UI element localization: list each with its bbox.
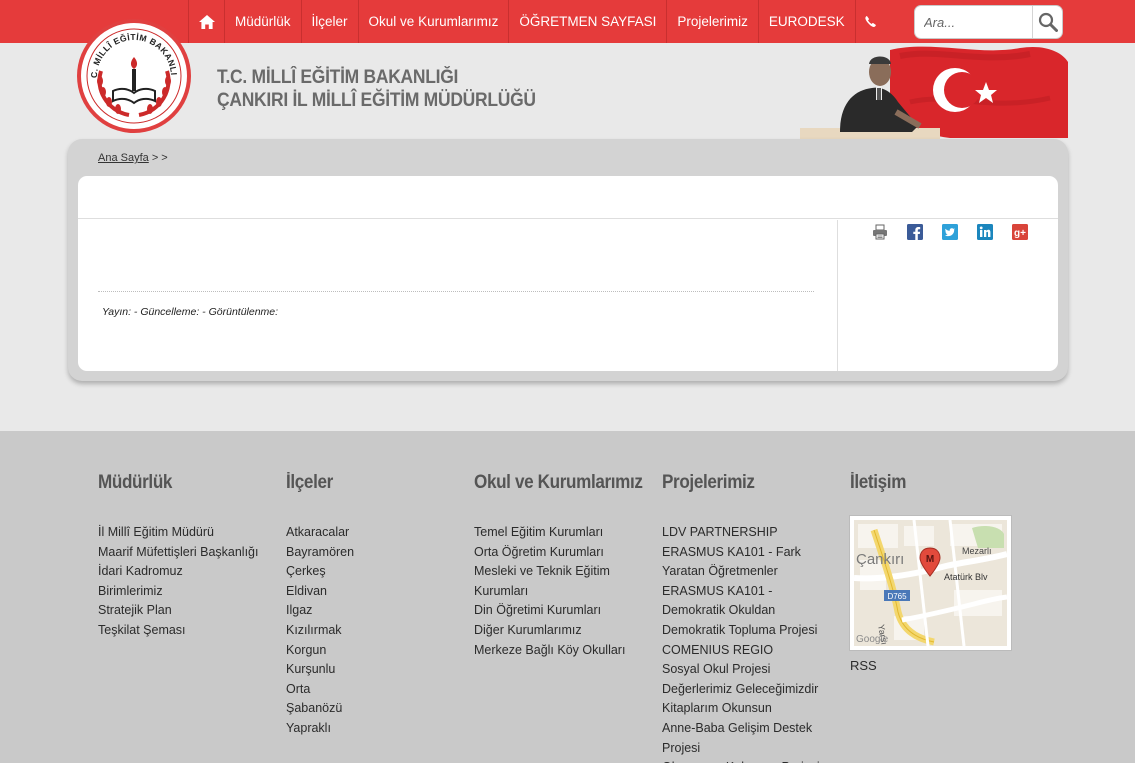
search-input[interactable] (924, 8, 1032, 36)
search-icon (1038, 12, 1058, 32)
footer-link[interactable]: Stratejik Plan (98, 601, 278, 621)
footer-link[interactable]: ERASMUS KA101 - Demokratik Okuldan Demok… (662, 582, 834, 641)
footer-heading: Projelerimiz (662, 472, 755, 493)
footer-link[interactable]: Okumayan Kalmasın Projesi (662, 758, 834, 763)
article-card: Yayın: - Güncelleme: - Görüntülenme: g+ (78, 176, 1058, 371)
rss-link[interactable]: RSS (850, 658, 877, 673)
nav-mudurluk[interactable]: Müdürlük (225, 0, 302, 43)
footer-link[interactable]: LDV PARTNERSHIP (662, 523, 834, 543)
ataturk-flag-banner (800, 42, 1068, 140)
site-title-line1: T.C. MİLLÎ EĞİTİM BAKANLIĞI (217, 67, 459, 88)
nav-phone[interactable] (856, 0, 886, 43)
svg-text:D765: D765 (887, 592, 907, 601)
footer-link[interactable]: Din Öğretimi Kurumları (474, 601, 646, 621)
nav-ilceler[interactable]: İlçeler (302, 0, 359, 43)
svg-text:g+: g+ (1014, 228, 1026, 239)
footer-link[interactable]: Korgun (286, 641, 466, 661)
footer-link[interactable]: Anne-Baba Gelişim Destek Projesi (662, 719, 834, 758)
footer-link[interactable]: İl Millî Eğitim Müdürü (98, 523, 278, 543)
footer-link[interactable]: Eldivan (286, 582, 466, 602)
footer-link[interactable]: Orta Öğretim Kurumları (474, 543, 646, 563)
facebook-icon[interactable] (907, 224, 923, 240)
footer-link[interactable]: Merkeze Bağlı Köy Okulları (474, 641, 646, 661)
footer-link[interactable]: Bayramören (286, 543, 466, 563)
linkedin-icon[interactable] (977, 224, 993, 240)
footer-list: İl Millî Eğitim Müdürü Maarif Müfettişler… (98, 523, 278, 641)
footer-link[interactable]: ERASMUS KA101 - Fark Yaratan Öğretmenler (662, 543, 834, 582)
location-map[interactable]: Çankırı Mezarlı Atatürk Blv D765 Yarsı G… (849, 515, 1012, 651)
content-panel: Ana Sayfa > > Yayın: - Güncelleme: - Gör… (68, 139, 1068, 381)
footer-link[interactable]: Değerlerimiz Geleceğimizdir (662, 680, 834, 700)
footer-list: LDV PARTNERSHIP ERASMUS KA101 - Fark Yara… (662, 523, 834, 763)
footer-link[interactable]: Temel Eğitim Kurumları (474, 523, 646, 543)
main-nav: Müdürlük İlçeler Okul ve Kurumlarımız ÖĞ… (188, 0, 886, 43)
footer-link[interactable]: Birimlerimiz (98, 582, 278, 602)
footer: Müdürlük İl Millî Eğitim Müdürü Maarif Mü… (0, 431, 1135, 763)
search-box (914, 5, 1063, 39)
nav-projelerimiz[interactable]: Projelerimiz (667, 0, 759, 43)
footer-col-ilceler: İlçeler Atkaracalar Bayramören Çerkeş Eldiv… (286, 472, 466, 739)
home-icon (198, 14, 215, 29)
footer-link[interactable]: Atkaracalar (286, 523, 466, 543)
footer-link[interactable]: Teşkilat Şeması (98, 621, 278, 641)
nav-eurodesk[interactable]: EURODESK (759, 0, 856, 43)
footer-link[interactable]: Orta (286, 680, 466, 700)
footer-link[interactable]: Kitaplarım Okunsun (662, 699, 834, 719)
meta-divider (98, 291, 814, 292)
site-title-line2: ÇANKIRI İL MİLLÎ EĞİTİM MÜDÜRLÜĞÜ (217, 90, 536, 111)
footer-link[interactable]: Şabanözü (286, 699, 466, 719)
svg-text:Atatürk Blv: Atatürk Blv (944, 572, 988, 582)
google-plus-icon[interactable]: g+ (1012, 224, 1028, 240)
footer-col-projelerimiz: Projelerimiz LDV PARTNERSHIP ERASMUS KA10… (662, 472, 834, 763)
footer-heading: İletişim (850, 472, 907, 493)
svg-text:M: M (926, 554, 934, 565)
nav-okul-kurumlar[interactable]: Okul ve Kurumlarımız (359, 0, 510, 43)
breadcrumb-separators: > > (148, 152, 168, 164)
search-button[interactable] (1032, 6, 1062, 38)
footer-link[interactable]: COMENIUS REGIO (662, 641, 834, 661)
footer-link[interactable]: Kurşunlu (286, 660, 466, 680)
breadcrumb-home[interactable]: Ana Sayfa (98, 152, 149, 164)
twitter-icon[interactable] (942, 224, 958, 240)
svg-text:Google: Google (856, 634, 889, 645)
footer-list: Atkaracalar Bayramören Çerkeş Eldivan Ilgaz K… (286, 523, 466, 739)
footer-link[interactable]: Mesleki ve Teknik Eğitim Kurumları (474, 562, 646, 601)
footer-col-okul: Okul ve Kurumlarımız Temel Eğitim Kuruml… (474, 472, 646, 660)
svg-text:Çankırı: Çankırı (856, 551, 904, 568)
article-meta: Yayın: - Güncelleme: - Görüntülenme: (102, 306, 279, 318)
footer-col-iletisim: İletişim (850, 472, 1030, 494)
footer-link[interactable]: Maarif Müfettişleri Başkanlığı (98, 543, 278, 563)
footer-list: Temel Eğitim Kurumları Orta Öğretim Kurum… (474, 523, 646, 660)
footer-link[interactable]: Ilgaz (286, 601, 466, 621)
article-body: Yayın: - Güncelleme: - Görüntülenme: (78, 220, 838, 371)
site-title: T.C. MİLLÎ EĞİTİM BAKANLIĞI ÇANKIRI İL M… (217, 66, 536, 112)
footer-col-mudurluk: Müdürlük İl Millî Eğitim Müdürü Maarif Mü… (98, 472, 278, 641)
footer-heading: Müdürlük (98, 472, 173, 493)
svg-text:Mezarlı: Mezarlı (962, 546, 992, 556)
footer-link[interactable]: Çerkeş (286, 562, 466, 582)
footer-link[interactable]: Yapraklı (286, 719, 466, 739)
phone-icon (865, 16, 876, 27)
footer-heading: İlçeler (286, 472, 333, 493)
footer-link[interactable]: İdari Kadromuz (98, 562, 278, 582)
share-toolbar: g+ (872, 224, 1047, 240)
nav-home[interactable] (189, 0, 225, 43)
footer-heading: Okul ve Kurumlarımız (474, 472, 643, 493)
nav-ogretmen-sayfasi[interactable]: ÖĞRETMEN SAYFASI (509, 0, 668, 43)
footer-link[interactable]: Sosyal Okul Projesi (662, 660, 834, 680)
breadcrumb: Ana Sayfa > > (98, 152, 168, 164)
footer-link[interactable]: Diğer Kurumlarımız (474, 621, 646, 641)
ministry-logo[interactable]: T.C. MİLLÎ EĞİTİM BAKANLIĞI (73, 10, 191, 133)
print-icon[interactable] (872, 224, 888, 240)
footer-link[interactable]: Kızılırmak (286, 621, 466, 641)
article-title-area (78, 176, 1058, 219)
